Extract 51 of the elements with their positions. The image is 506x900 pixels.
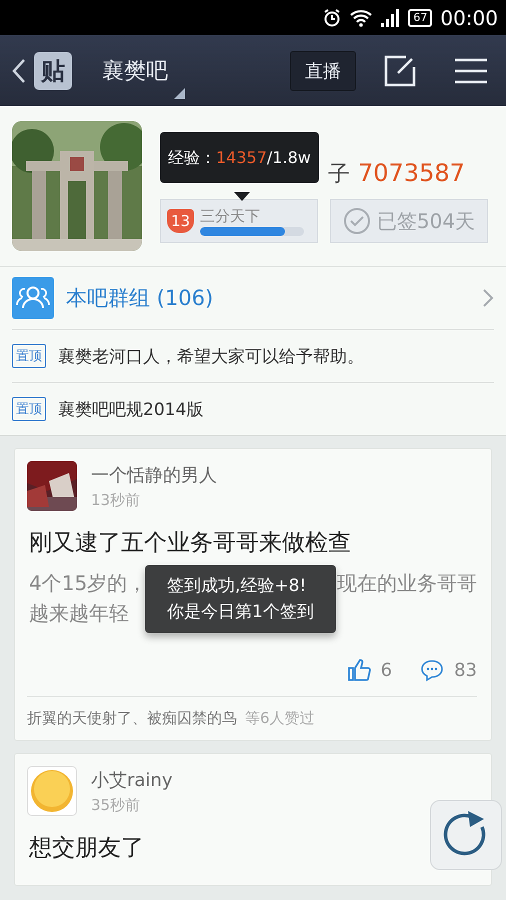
comment-count: 83 xyxy=(454,660,477,680)
pinned-tag: 置顶 xyxy=(12,397,46,421)
post-time: 13秒前 xyxy=(91,490,142,510)
live-button[interactable]: 直播 xyxy=(290,50,356,90)
compose-icon[interactable] xyxy=(384,54,416,86)
pinned-tag: 置顶 xyxy=(12,344,46,368)
post-card[interactable]: 一个恬静的男人 13秒前 刚又逮了五个业务哥哥来做检查 4个15岁的， 现在的业务哥哥 越来越年轻 签到成功,经验+8! 你是今日第1个签到 6 83 折翼的天使射了、被痴囚禁的鸟 等6人赞过 xyxy=(14,448,492,741)
signal-icon xyxy=(380,8,400,26)
group-label: 本吧群组 (106) xyxy=(66,285,214,312)
level-badge: 13 xyxy=(167,209,194,233)
post-time: 35秒前 xyxy=(91,796,142,814)
comment-icon[interactable] xyxy=(420,658,444,682)
app-logo: 贴 xyxy=(34,52,72,90)
group-icon xyxy=(12,277,54,319)
wifi-icon xyxy=(350,8,372,26)
thumbs-up-icon[interactable] xyxy=(346,658,371,682)
like-count: 6 xyxy=(380,660,392,680)
avatar xyxy=(30,769,74,813)
check-circle-icon xyxy=(342,207,371,235)
chevron-icon xyxy=(482,288,494,308)
author-name: 小艾rainy xyxy=(91,768,172,792)
author-name: 一个恬静的男人 xyxy=(91,464,217,486)
post-title: 刚又逮了五个业务哥哥来做检查 xyxy=(29,529,352,558)
post-excerpt: 越来越年轻 xyxy=(29,600,129,627)
pinned-title: 襄樊吧吧规2014版 xyxy=(58,398,204,420)
post-excerpt: 4个15岁的， xyxy=(29,570,148,597)
clock-time: 00:00 xyxy=(440,6,498,30)
toast-text: 你是今日第1个签到 xyxy=(167,601,314,623)
pinned-title: 襄樊老河口人，希望大家可以给予帮助。 xyxy=(58,346,364,368)
dropdown-icon xyxy=(174,88,185,99)
battery-level: 67 xyxy=(408,8,432,26)
post-excerpt: 现在的业务哥哥 xyxy=(337,570,477,597)
menu-icon[interactable] xyxy=(454,58,488,84)
post-title: 想交朋友了 xyxy=(29,834,145,863)
refresh-button[interactable] xyxy=(430,800,502,870)
experience-text: 经验：14357/1.8w xyxy=(168,148,311,167)
group-row[interactable]: 本吧群组 (106) xyxy=(12,267,494,330)
post-card[interactable]: 小艾rainy 35秒前 想交朋友了 xyxy=(14,753,492,886)
alarm-icon xyxy=(322,8,342,28)
back-icon[interactable] xyxy=(12,58,26,84)
like-summary: 等6人赞过 xyxy=(245,709,315,728)
level-card[interactable]: 13 三分天下 xyxy=(160,199,318,243)
liked-by[interactable]: 折翼的天使射了、被痴囚禁的鸟 xyxy=(27,709,237,728)
toast-text: 签到成功,经验+8! xyxy=(167,575,308,597)
forum-title[interactable]: 襄樊吧 xyxy=(102,56,168,86)
pinned-post[interactable]: 置顶 襄樊老河口人，希望大家可以给予帮助。 xyxy=(12,330,494,383)
pinned-post[interactable]: 置顶 襄樊吧吧规2014版 xyxy=(12,383,494,435)
stat-value: 7073587 xyxy=(358,159,465,187)
stat-label: 子 xyxy=(328,161,350,189)
tooltip-arrow xyxy=(234,192,250,201)
level-title: 三分天下 xyxy=(200,206,262,224)
